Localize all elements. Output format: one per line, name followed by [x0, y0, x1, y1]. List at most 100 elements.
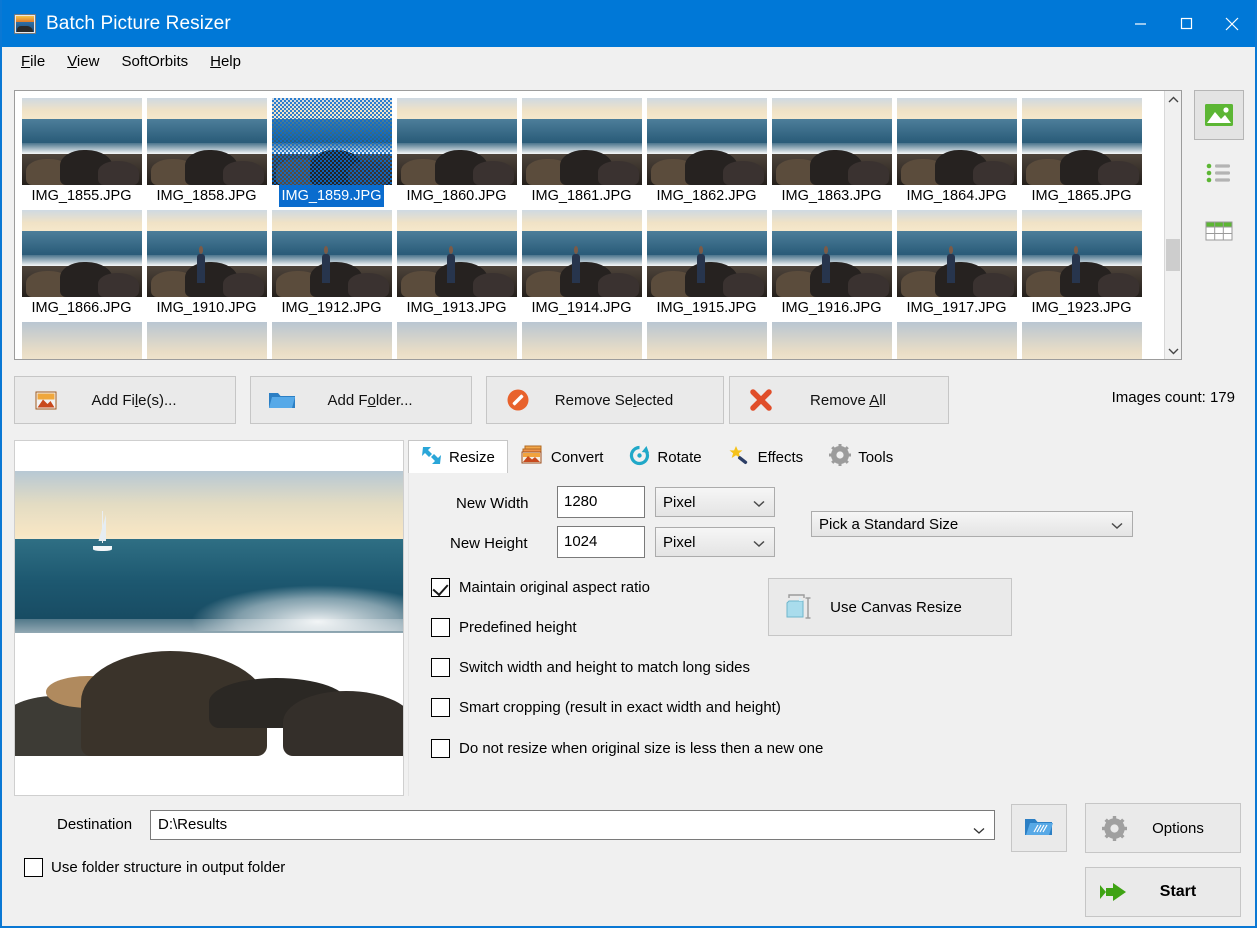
thumbnail-item[interactable]: IMG_1913.JPG	[394, 207, 519, 319]
tab-rotate[interactable]: Rotate	[616, 440, 714, 473]
thumbnail-image[interactable]	[897, 210, 1017, 297]
thumbnail-item[interactable]: IMG_1861.JPG	[519, 95, 644, 207]
thumbnail-item[interactable]: IMG_1864.JPG	[894, 95, 1019, 207]
thumbnail-image[interactable]	[647, 98, 767, 185]
thumbnail-image[interactable]	[897, 98, 1017, 185]
thumbnail-image[interactable]	[522, 210, 642, 297]
tab-tools[interactable]: Tools	[816, 440, 906, 473]
thumbnail-image[interactable]	[272, 322, 392, 359]
new-height-input[interactable]: 1024	[557, 526, 645, 558]
thumbnail-image[interactable]	[147, 210, 267, 297]
scroll-down-arrow[interactable]	[1165, 342, 1181, 359]
thumbnail-scrollbar[interactable]	[1164, 91, 1181, 359]
thumbnail-image[interactable]	[772, 322, 892, 359]
checkbox-do-not-resize[interactable]: Do not resize when original size is less…	[431, 739, 823, 758]
thumbnail-item[interactable]	[644, 319, 769, 359]
thumbnail-item[interactable]	[769, 319, 894, 359]
add-folder-button[interactable]: Add Folder...	[250, 376, 472, 424]
checkbox-box[interactable]	[431, 739, 450, 758]
destination-input[interactable]: D:\Results	[150, 810, 995, 840]
thumbnail-image[interactable]	[22, 322, 142, 359]
chevron-down-icon[interactable]	[973, 817, 985, 845]
checkbox-box[interactable]	[431, 698, 450, 717]
thumbnail-item[interactable]	[269, 319, 394, 359]
remove-selected-button[interactable]: Remove Selected	[486, 376, 724, 424]
add-files-button[interactable]: Add File(s)...	[14, 376, 236, 424]
checkbox-box[interactable]	[431, 618, 450, 637]
tab-effects[interactable]: Effects	[715, 440, 817, 473]
thumbnail-image[interactable]	[22, 98, 142, 185]
image-list-panel[interactable]: IMG_1855.JPGIMG_1858.JPGIMG_1859.JPGIMG_…	[14, 90, 1182, 360]
thumbnail-item[interactable]: IMG_1915.JPG	[644, 207, 769, 319]
thumbnail-image[interactable]	[272, 210, 392, 297]
thumbnail-item[interactable]: IMG_1863.JPG	[769, 95, 894, 207]
height-unit-dropdown[interactable]: Pixel	[655, 527, 775, 557]
maximize-button[interactable]	[1163, 0, 1209, 47]
menu-file[interactable]: File	[12, 50, 54, 73]
scroll-up-arrow[interactable]	[1165, 91, 1181, 108]
thumbnail-item[interactable]	[894, 319, 1019, 359]
thumbnail-image[interactable]	[147, 98, 267, 185]
thumbnail-item[interactable]: IMG_1855.JPG	[19, 95, 144, 207]
thumbnail-item[interactable]: IMG_1866.JPG	[19, 207, 144, 319]
checkbox-box[interactable]	[24, 858, 43, 877]
thumbnail-image[interactable]	[1022, 98, 1142, 185]
checkbox-box[interactable]	[431, 578, 450, 597]
tab-convert[interactable]: Convert	[508, 440, 617, 473]
checkbox-predefined-height[interactable]: Predefined height	[431, 618, 577, 637]
checkbox-smart-cropping[interactable]: Smart cropping (result in exact width an…	[431, 698, 781, 717]
new-width-input[interactable]: 1280	[557, 486, 645, 518]
thumbnail-image[interactable]	[522, 98, 642, 185]
remove-all-button[interactable]: Remove All	[729, 376, 949, 424]
scrollbar-thumb[interactable]	[1166, 239, 1180, 271]
menu-help[interactable]: Help	[201, 50, 250, 73]
close-button[interactable]	[1209, 0, 1255, 47]
minimize-button[interactable]	[1117, 0, 1163, 47]
thumbnail-item[interactable]	[19, 319, 144, 359]
thumbnail-item[interactable]: IMG_1916.JPG	[769, 207, 894, 319]
tab-resize[interactable]: Resize	[408, 440, 508, 473]
view-mode-table[interactable]	[1194, 206, 1244, 256]
thumbnail-item[interactable]: IMG_1914.JPG	[519, 207, 644, 319]
view-mode-thumbnail[interactable]	[1194, 90, 1244, 140]
thumbnail-image[interactable]	[397, 98, 517, 185]
standard-size-dropdown[interactable]: Pick a Standard Size	[811, 511, 1133, 537]
thumbnail-image[interactable]	[647, 322, 767, 359]
thumbnail-item[interactable]: IMG_1859.JPG	[269, 95, 394, 207]
thumbnail-image[interactable]	[1022, 322, 1142, 359]
thumbnail-image[interactable]	[397, 322, 517, 359]
thumbnail-item[interactable]: IMG_1910.JPG	[144, 207, 269, 319]
view-mode-list[interactable]	[1194, 148, 1244, 198]
thumbnail-item[interactable]: IMG_1860.JPG	[394, 95, 519, 207]
menu-softorbits[interactable]: SoftOrbits	[112, 50, 197, 73]
thumbnail-item[interactable]: IMG_1865.JPG	[1019, 95, 1144, 207]
menu-view[interactable]: View	[58, 50, 108, 73]
thumbnail-image[interactable]	[522, 322, 642, 359]
thumbnail-item[interactable]	[1019, 319, 1144, 359]
thumbnail-image[interactable]	[897, 322, 1017, 359]
thumbnail-item[interactable]: IMG_1923.JPG	[1019, 207, 1144, 319]
checkbox-use-folder-structure[interactable]: Use folder structure in output folder	[24, 858, 285, 877]
thumbnail-item[interactable]: IMG_1862.JPG	[644, 95, 769, 207]
thumbnail-item[interactable]	[519, 319, 644, 359]
options-button[interactable]: Options	[1085, 803, 1241, 853]
start-button[interactable]: Start	[1085, 867, 1241, 917]
thumbnail-image[interactable]	[647, 210, 767, 297]
width-unit-dropdown[interactable]: Pixel	[655, 487, 775, 517]
thumbnail-image[interactable]	[22, 210, 142, 297]
thumbnail-image[interactable]	[772, 98, 892, 185]
thumbnail-image[interactable]	[147, 322, 267, 359]
thumbnail-item[interactable]: IMG_1917.JPG	[894, 207, 1019, 319]
thumbnail-item[interactable]: IMG_1912.JPG	[269, 207, 394, 319]
thumbnail-item[interactable]: IMG_1858.JPG	[144, 95, 269, 207]
thumbnail-image[interactable]	[1022, 210, 1142, 297]
browse-folder-button[interactable]	[1011, 804, 1067, 852]
thumbnail-image[interactable]	[272, 98, 392, 185]
thumbnail-image[interactable]	[397, 210, 517, 297]
use-canvas-resize-button[interactable]: Use Canvas Resize	[768, 578, 1012, 636]
thumbnail-item[interactable]	[394, 319, 519, 359]
thumbnail-item[interactable]	[144, 319, 269, 359]
checkbox-switch-width-height[interactable]: Switch width and height to match long si…	[431, 658, 750, 677]
thumbnail-image[interactable]	[772, 210, 892, 297]
thumbnail-grid[interactable]: IMG_1855.JPGIMG_1858.JPGIMG_1859.JPGIMG_…	[15, 91, 1164, 359]
